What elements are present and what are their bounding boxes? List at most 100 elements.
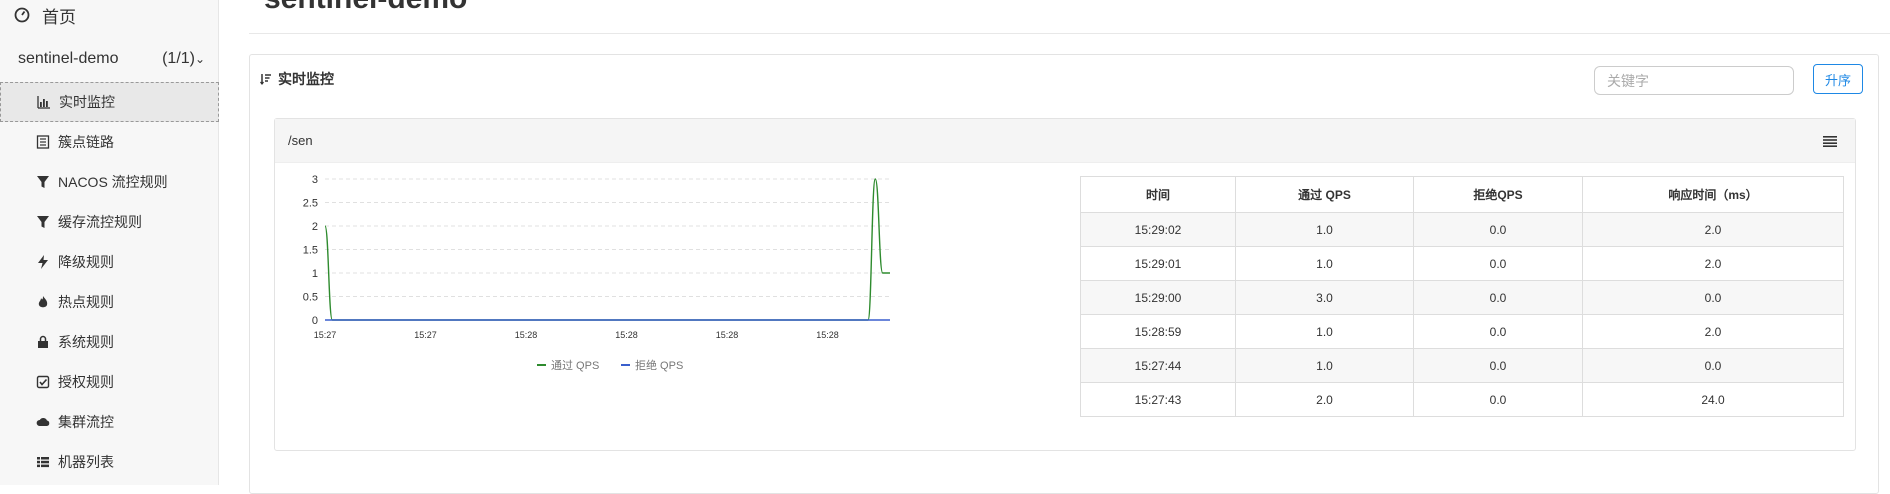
table-cell: 0.0 [1413, 348, 1583, 383]
sidebar: 首页 sentinel-demo (1/1) ⌄ 实时监控簇点链路 NACOS 流… [0, 0, 219, 485]
search-input[interactable] [1594, 66, 1794, 95]
table-cell: 2.0 [1235, 382, 1414, 417]
filter-icon [36, 215, 50, 229]
table-cell: 0.0 [1413, 382, 1583, 417]
table-cell: 15:29:01 [1080, 246, 1236, 281]
sidebar-item-4[interactable]: 降级规则 [0, 242, 219, 282]
sidebar-item-5[interactable]: 热点规则 [0, 282, 219, 322]
sidebar-item-label: 实时监控 [59, 94, 115, 110]
table-row: 15:29:00 3.0 0.0 0.0 [1080, 280, 1844, 315]
y-tick-label: 3 [312, 174, 318, 186]
lock-icon [36, 335, 50, 349]
table-cell: 15:29:00 [1080, 280, 1236, 315]
dashboard-icon [14, 7, 32, 23]
x-tick-label: 15:28 [615, 330, 638, 340]
x-tick-label: 15:28 [716, 330, 739, 340]
hamburger-menu-icon[interactable] [1823, 135, 1837, 150]
table-cell: 0.0 [1413, 314, 1583, 349]
sidebar-item-label: 机器列表 [58, 454, 114, 470]
th-list-icon [36, 455, 50, 469]
table-cell: 15:28:59 [1080, 314, 1236, 349]
title-divider [249, 33, 1890, 34]
list-icon [36, 135, 50, 149]
sidebar-item-label: 降级规则 [58, 254, 114, 270]
sidebar-item-label: 系统规则 [58, 334, 114, 350]
sidebar-item-7[interactable]: 授权规则 [0, 362, 219, 402]
cloud-icon [36, 415, 50, 429]
resource-card-header: /sen [275, 119, 1855, 163]
table-cell: 15:29:02 [1080, 212, 1236, 247]
resource-name: /sen [288, 133, 313, 148]
panel-header: 实时监控 [260, 69, 334, 89]
chevron-down-icon: ⌄ [194, 52, 205, 66]
filter-icon [36, 175, 50, 189]
x-tick-label: 15:27 [414, 330, 437, 340]
main-content: sentinel-demo 实时监控 升序 /sen 0 0.5 1 1.5 2 2.5 3… [219, 0, 1890, 494]
y-tick-label: 2 [312, 221, 318, 233]
table-cell: 2.0 [1582, 212, 1844, 247]
qps-line-chart: 0 0.5 1 1.5 2 2.5 3 15:27 15:27 15:28 15:28 15:28 15… [303, 174, 890, 372]
sidebar-item-6[interactable]: 系统规则 [0, 322, 219, 362]
legend-label-0: 通过 QPS [551, 359, 599, 372]
table-cell: 15:27:43 [1080, 382, 1236, 417]
sort-ascending-button[interactable]: 升序 [1813, 64, 1863, 94]
y-tick-label: 0 [312, 315, 318, 327]
table-cell: 3.0 [1235, 280, 1414, 315]
table-cell: 0.0 [1413, 280, 1583, 315]
x-tick-label: 15:27 [314, 330, 337, 340]
table-cell: 0.0 [1582, 348, 1844, 383]
sidebar-item-3[interactable]: 缓存流控规则 [0, 202, 219, 242]
sidebar-item-1[interactable]: 簇点链路 [0, 122, 219, 162]
sidebar-item-label: NACOS 流控规则 [58, 174, 168, 190]
col-block-qps-header: 拒绝QPS [1413, 176, 1583, 213]
nav-home-label: 首页 [42, 7, 76, 27]
sidebar-item-9[interactable]: 机器列表 [0, 442, 219, 482]
sidebar-item-8[interactable]: 集群流控 [0, 402, 219, 442]
table-cell: 2.0 [1582, 246, 1844, 281]
table-cell: 1.0 [1235, 314, 1414, 349]
page-title: sentinel-demo [264, 0, 467, 16]
y-tick-label: 0.5 [303, 292, 318, 304]
legend-label-1: 拒绝 QPS [635, 358, 683, 372]
y-tick-label: 1.5 [303, 245, 318, 257]
flash-icon [36, 255, 50, 269]
table-row: 15:29:01 1.0 0.0 2.0 [1080, 246, 1844, 281]
y-tick-label: 2.5 [303, 198, 318, 210]
col-time-header: 时间 [1080, 176, 1236, 213]
sort-amount-icon [260, 73, 272, 85]
table-row: 15:27:43 2.0 0.0 24.0 [1080, 382, 1844, 417]
table-row: 15:27:44 1.0 0.0 0.0 [1080, 348, 1844, 383]
table-cell: 1.0 [1235, 246, 1414, 281]
table-cell: 1.0 [1235, 212, 1414, 247]
table-cell: 1.0 [1235, 348, 1414, 383]
sidebar-item-label: 簇点链路 [58, 134, 114, 150]
sidebar-item-label: 集群流控 [58, 414, 114, 430]
panel-title: 实时监控 [278, 71, 334, 87]
table-cell: 0.0 [1413, 246, 1583, 281]
sidebar-item-0[interactable]: 实时监控 [0, 82, 219, 122]
table-cell: 15:27:44 [1080, 348, 1236, 383]
resource-card: /sen 0 0.5 1 1.5 2 2.5 3 15:27 15:27 15:28 15:28 15… [274, 118, 1856, 451]
table-row: 15:28:59 1.0 0.0 2.0 [1080, 314, 1844, 349]
table-cell: 0.0 [1413, 212, 1583, 247]
table-row: 15:29:02 1.0 0.0 2.0 [1080, 212, 1844, 247]
sidebar-item-2[interactable]: NACOS 流控规则 [0, 162, 219, 202]
table-cell: 24.0 [1582, 382, 1844, 417]
check-square-icon [36, 375, 50, 389]
table-cell: 2.0 [1582, 314, 1844, 349]
app-count: (1/1) [162, 50, 195, 67]
fire-icon [36, 295, 50, 309]
sidebar-menu: 实时监控簇点链路 NACOS 流控规则 缓存流控规则 降级规则热点规则系统规则授权规则… [0, 82, 219, 482]
app-selector[interactable]: sentinel-demo (1/1) ⌄ [0, 44, 219, 74]
y-tick-label: 1 [312, 268, 318, 280]
sidebar-item-label: 缓存流控规则 [58, 214, 142, 230]
col-pass-qps-header: 通过 QPS [1235, 176, 1414, 213]
col-rt-header: 响应时间（ms） [1582, 176, 1844, 213]
x-tick-label: 15:28 [816, 330, 839, 340]
qps-table: 时间 通过 QPS 拒绝QPS 响应时间（ms） 15:29:02 1.0 0.0 2… [1080, 176, 1844, 417]
x-tick-label: 15:28 [515, 330, 538, 340]
sidebar-item-label: 热点规则 [58, 294, 114, 310]
app-name: sentinel-demo [18, 50, 119, 67]
nav-home[interactable]: 首页 [0, 0, 218, 30]
sidebar-item-label: 授权规则 [58, 374, 114, 390]
